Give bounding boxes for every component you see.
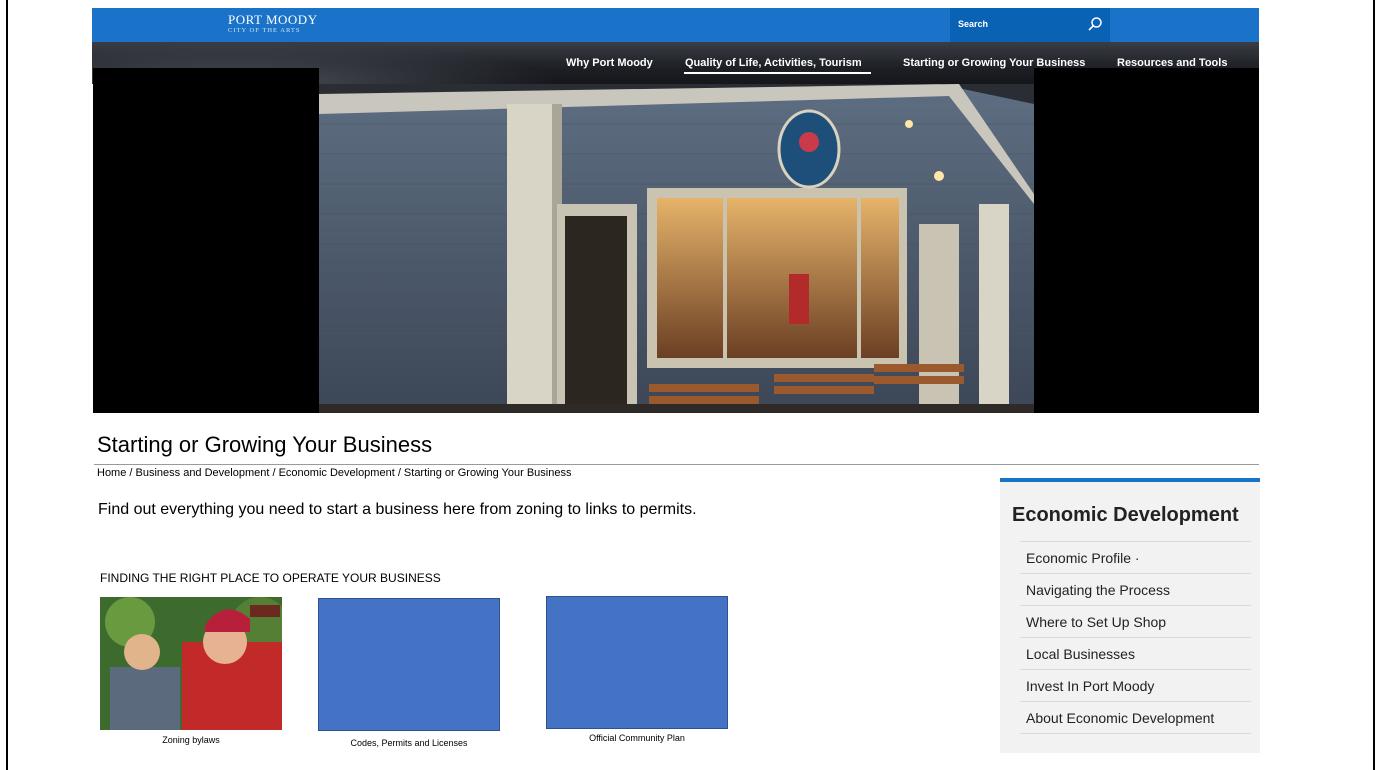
card-caption-codes[interactable]: Codes, Permits and Licenses <box>318 738 500 748</box>
hero-image-ice-cream-shop <box>319 84 1034 413</box>
search-input[interactable]: Search <box>950 8 1110 42</box>
sidebar-item-label: Invest In Port Moody <box>1026 678 1155 694</box>
title-divider <box>94 464 1259 465</box>
nav-item-quality-of-life[interactable]: Quality of Life, Activities, Tourism <box>685 57 862 69</box>
sidebar-accent-bar <box>1000 478 1260 482</box>
search-label: Search <box>958 19 989 29</box>
frame-border-right <box>1373 0 1375 770</box>
sidebar-title: Economic Development <box>1012 504 1239 526</box>
community-plan-card[interactable] <box>546 596 728 729</box>
intro-text: Find out everything you need to start a … <box>98 501 697 518</box>
section-heading: FINDING THE RIGHT PLACE TO OPERATE YOUR … <box>100 571 441 585</box>
sidebar-item-label: About Economic Development <box>1026 710 1215 726</box>
nav-item-why-port-moody[interactable]: Why Port Moody <box>566 57 653 69</box>
sidebar-item-invest[interactable]: Invest In Port Moody <box>1020 670 1251 702</box>
hero-redaction-right <box>1034 68 1259 413</box>
sidebar-item-set-up-shop[interactable]: Where to Set Up Shop <box>1020 606 1251 638</box>
page-title: Starting or Growing Your Business <box>97 432 433 457</box>
sidebar-item-label: Economic Profile · <box>1026 550 1140 566</box>
card-caption-zoning[interactable]: Zoning bylaws <box>100 735 282 745</box>
sidebar-item-label: Local Businesses <box>1026 646 1135 662</box>
sidebar-item-label: Where to Set Up Shop <box>1026 614 1167 630</box>
sidebar-item-label: Navigating the Process <box>1026 582 1170 598</box>
sidebar-item-local-businesses[interactable]: Local Businesses <box>1020 638 1251 670</box>
hero-redaction-left <box>93 68 319 413</box>
nav-active-indicator <box>684 72 871 74</box>
logo-tagline: CITY OF THE ARTS <box>228 27 301 34</box>
search-icon[interactable] <box>1087 16 1103 32</box>
zoning-bylaws-image[interactable] <box>100 597 282 730</box>
codes-permits-card[interactable] <box>318 598 500 731</box>
site-logo[interactable]: PORT MOODY CITY OF THE ARTS <box>228 13 318 35</box>
sidebar-item-economic-profile[interactable]: Economic Profile · <box>1020 542 1251 574</box>
sidebar-item-about[interactable]: About Economic Development <box>1020 702 1251 734</box>
logo-name: PORT MOODY <box>228 12 318 27</box>
breadcrumb[interactable]: Home / Business and Development / Econom… <box>97 467 571 479</box>
card-caption-community-plan[interactable]: Official Community Plan <box>546 733 728 743</box>
sidebar-item-navigating-process[interactable]: Navigating the Process <box>1020 574 1251 606</box>
frame-border-left <box>6 0 8 770</box>
